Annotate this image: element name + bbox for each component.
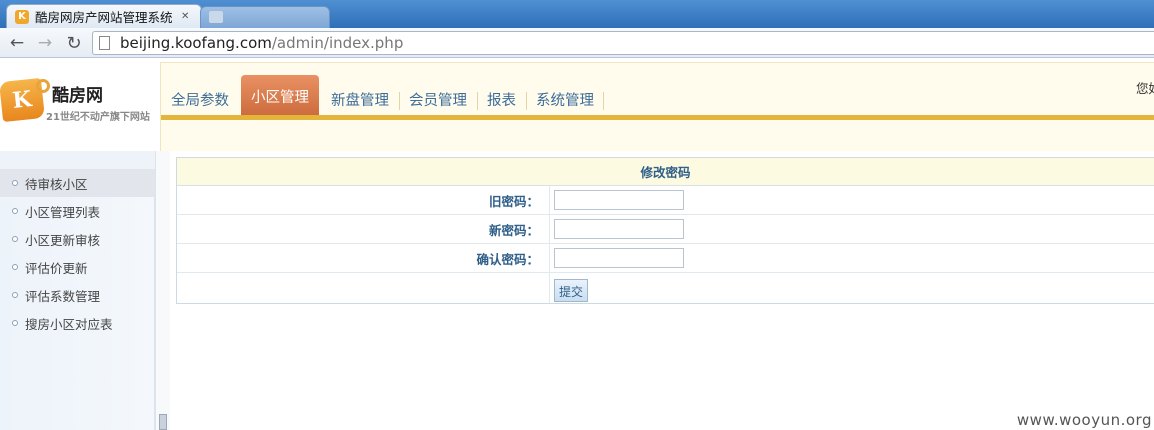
sidebar-scrollbar[interactable] [155,151,170,430]
sidebar-menu: 待审核小区 小区管理列表 小区更新审核 评估价更新 评估系数管理 搜房小区对应表 [0,169,155,337]
nav-divider-bar [161,115,1154,120]
form-row-new-password: 新密码： [177,215,1154,244]
sidebar-item-valuation-coefficients[interactable]: 评估系数管理 [0,281,155,309]
sidebar-item-valuation-update[interactable]: 评估价更新 [0,253,155,281]
site-logo[interactable]: K 酷房网 21世纪不动产旗下网站 [0,59,160,151]
sidebar-item-label: 小区更新审核 [25,232,101,248]
form-row-confirm-password: 确认密码： [177,244,1154,273]
form-row-old-password: 旧密码： [177,186,1154,215]
form-field-cell [550,244,1154,272]
page-icon [209,11,223,23]
welcome-text: 您好 [1136,81,1154,96]
nav-item-global-params[interactable]: 全局参数 [161,81,239,117]
form-title: 修改密码 [177,158,1154,186]
key-icon [36,79,50,93]
sidebar-item-label: 小区管理列表 [25,204,101,220]
sidebar-item-label: 评估系数管理 [25,288,101,304]
form-field-cell: 提交 [550,273,1154,303]
sidebar-header-space [0,151,155,169]
close-tab-icon[interactable]: ✕ [181,11,189,22]
old-password-input[interactable] [554,190,684,210]
back-icon[interactable]: ← [6,32,28,54]
address-bar[interactable]: beijing.koofang.com/admin/index.php [92,31,1154,55]
form-field-cell [550,186,1154,214]
sidebar-item-soufun-mapping[interactable]: 搜房小区对应表 [0,309,155,337]
bullet-icon [12,320,18,326]
nav-item-reports[interactable]: 报表 [477,81,526,117]
url-host: beijing.koofang.com [120,34,272,52]
koofang-favicon-icon: K [15,9,29,24]
submit-button[interactable]: 提交 [554,278,588,302]
sidebar-item-label: 评估价更新 [25,260,88,276]
form-field-cell [550,215,1154,243]
browser-toolbar: ← → ↻ beijing.koofang.com/admin/index.ph… [0,28,1154,58]
bullet-icon [12,236,18,242]
old-password-label: 旧密码： [177,186,550,214]
sidebar-item-community-list[interactable]: 小区管理列表 [0,197,155,225]
top-nav-menu: 全局参数 小区管理 新盘管理 会员管理 报表 系统管理 [161,75,604,117]
bullet-icon [12,264,18,270]
sidebar: 待审核小区 小区管理列表 小区更新审核 评估价更新 评估系数管理 搜房小区对应表 [0,151,155,430]
forward-icon[interactable]: → [34,32,56,54]
new-password-input[interactable] [554,219,684,239]
browser-tab-bar: K 酷房网房产网站管理系统 ✕ [0,0,1154,28]
bullet-icon [12,292,18,298]
new-password-label: 新密码： [177,215,550,243]
browser-tab-active[interactable]: K 酷房网房产网站管理系统 ✕ [6,4,202,28]
sidebar-item-pending-communities[interactable]: 待审核小区 [0,169,155,197]
brand-name: 酷房网 [52,86,103,106]
bullet-icon [12,180,18,186]
confirm-password-label: 确认密码： [177,244,550,272]
change-password-form: 修改密码 旧密码： 新密码： 确认密码： 提交 [176,157,1154,304]
app-header: K 酷房网 21世纪不动产旗下网站 全局参数 小区管理 新盘管理 会员管理 报表… [0,59,1154,151]
nav-item-member-management[interactable]: 会员管理 [399,81,477,117]
sidebar-item-label: 搜房小区对应表 [25,316,113,332]
form-row-submit: 提交 [177,273,1154,303]
confirm-password-input[interactable] [554,248,684,268]
sidebar-item-label: 待审核小区 [25,176,88,192]
sidebar-item-community-update-review[interactable]: 小区更新审核 [0,225,155,253]
address-url: beijing.koofang.com/admin/index.php [120,34,403,52]
browser-tab-inactive[interactable] [200,6,330,28]
brand-slogan: 21世纪不动产旗下网站 [46,112,150,123]
nav-item-new-property-management[interactable]: 新盘管理 [321,81,399,117]
bullet-icon [12,208,18,214]
browser-tab-title: 酷房网房产网站管理系统 [35,10,173,25]
reload-icon[interactable]: ↻ [63,32,85,54]
nav-item-community-management[interactable]: 小区管理 [241,75,319,117]
watermark-text: www.wooyun.org [1016,411,1152,429]
top-nav-panel: 全局参数 小区管理 新盘管理 会员管理 报表 系统管理 您好 [160,62,1154,151]
form-label-empty [177,273,550,303]
nav-item-system-management[interactable]: 系统管理 [526,81,604,117]
page-icon [99,36,110,50]
url-path: /admin/index.php [271,34,404,52]
scrollbar-thumb[interactable] [159,414,167,430]
